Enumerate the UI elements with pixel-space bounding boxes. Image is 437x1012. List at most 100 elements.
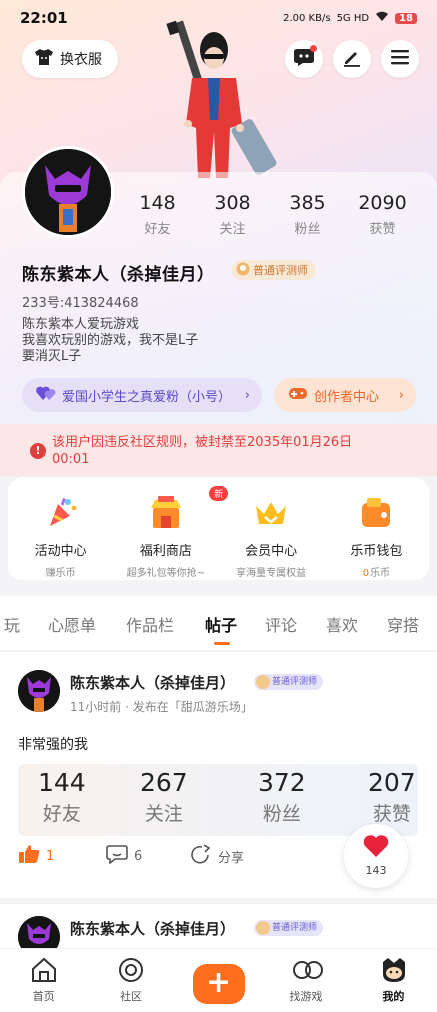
wallet-icon xyxy=(357,494,395,532)
change-outfit-button[interactable]: 换衣服 xyxy=(22,40,118,78)
post-stat-label: 获赞 xyxy=(372,803,411,825)
stat-friends[interactable]: 148 好友 xyxy=(120,192,195,237)
wifi-icon xyxy=(375,11,389,25)
post-author-name[interactable]: 陈东紫本人（杀掉佳月） xyxy=(70,918,235,939)
tab-comments[interactable]: 评论 xyxy=(265,612,297,636)
shop-icon xyxy=(147,494,185,532)
tab-outfits[interactable]: 穿搭 xyxy=(387,612,419,636)
menu-button[interactable] xyxy=(381,40,419,78)
find-game-icon xyxy=(292,956,323,984)
network-type: 5G HD xyxy=(336,12,370,24)
quick-link-sub: 0 乐币 xyxy=(324,564,429,579)
profile-uid: 233号:413824468 xyxy=(22,296,139,311)
profile-page: 22:01 2.00 KB/s 5G HD 18 换衣服 148 好友 308 … xyxy=(0,0,437,1012)
stat-value: 308 xyxy=(214,192,251,214)
net-speed: 2.00 KB/s xyxy=(283,12,331,24)
home-icon xyxy=(30,956,58,984)
post-stat-value: 144 xyxy=(38,768,86,797)
nav-label: 我的 xyxy=(382,990,405,1003)
stat-label: 获赞 xyxy=(369,222,396,237)
comment-icon xyxy=(106,844,128,868)
tab-wishlist[interactable]: 心愿单 xyxy=(48,612,96,636)
stat-label: 好友 xyxy=(144,222,171,237)
stat-value: 385 xyxy=(289,192,326,214)
coin-balance: 0 xyxy=(362,568,370,579)
coin-unit: 乐币 xyxy=(370,568,391,579)
tester-badge-icon xyxy=(236,262,250,279)
ban-notice-line: 00:01 xyxy=(52,452,90,467)
stat-followers[interactable]: 385 粉丝 xyxy=(270,192,345,237)
profile-avatar[interactable] xyxy=(22,146,114,238)
creator-center-label: 创作者中心 xyxy=(314,389,380,405)
community-icon xyxy=(117,956,145,984)
comment-count: 6 xyxy=(134,848,143,864)
share-label: 分享 xyxy=(218,850,245,866)
profile-bio: 陈东紫本人爱玩游戏 我喜欢玩别的游戏，我不是L子 要消灭L子 xyxy=(22,317,198,365)
nav-me[interactable]: 我的 xyxy=(350,949,437,1012)
bio-line: 我喜欢玩别的游戏，我不是L子 xyxy=(22,333,199,348)
profile-stats: 148 好友 308 关注 385 粉丝 2090 获赞 xyxy=(120,192,420,237)
comment-button[interactable]: 6 xyxy=(106,844,142,868)
quick-link-activity-center[interactable]: 活动中心 赚乐币 xyxy=(8,478,113,580)
battery-icon: 18 xyxy=(395,12,417,24)
post-stat-value: 207 xyxy=(368,768,416,797)
share-icon xyxy=(190,844,212,868)
quick-link-welfare-shop[interactable]: 新 福利商店 超多礼包等你抢~ xyxy=(113,478,229,580)
edit-profile-button[interactable] xyxy=(333,40,371,78)
unread-dot xyxy=(310,45,317,52)
creator-center-pill[interactable]: 创作者中心 › xyxy=(274,378,416,412)
fan-club-pill[interactable]: 爱国小学生之真爱粉（小号） › xyxy=(22,378,262,412)
quick-link-coin-wallet[interactable]: 乐币钱包 0 乐币 xyxy=(324,478,429,580)
tester-badge[interactable]: 普通评测师 xyxy=(232,260,316,280)
status-icons: 2.00 KB/s 5G HD 18 xyxy=(283,11,417,25)
tab-play[interactable]: 玩 xyxy=(4,612,20,636)
ban-notice: ! 该用户因违反社区规则，被封禁至2035年01月26日 00:01 xyxy=(0,424,437,476)
post-stat-label: 粉丝 xyxy=(262,803,301,825)
tab-works[interactable]: 作品栏 xyxy=(126,612,174,636)
quick-link-member-center[interactable]: 会员中心 享海量专属权益 xyxy=(219,478,324,580)
heart-pair-icon xyxy=(36,385,56,405)
nav-create[interactable]: + xyxy=(175,949,262,1012)
quick-link-title: 会员中心 xyxy=(245,544,298,559)
crown-icon xyxy=(252,494,290,532)
tab-posts[interactable]: 帖子 xyxy=(205,612,237,636)
post-author-avatar[interactable] xyxy=(18,670,60,712)
chevron-right-icon: › xyxy=(244,387,250,403)
avatar-3d-figure xyxy=(158,20,278,178)
quick-link-sub: 赚乐币 xyxy=(45,568,76,579)
party-popper-icon xyxy=(42,494,80,532)
share-button[interactable]: 分享 xyxy=(190,844,244,868)
gamepad-icon xyxy=(288,386,308,404)
nav-label: 首页 xyxy=(32,990,55,1003)
post-text: 非常强的我 xyxy=(18,737,88,753)
post-author-name[interactable]: 陈东紫本人（杀掉佳月） xyxy=(70,672,235,693)
nav-find-game[interactable]: 找游戏 xyxy=(262,949,349,1012)
tab-likes[interactable]: 喜欢 xyxy=(326,612,358,636)
alert-icon: ! xyxy=(30,443,46,459)
quick-link-sub: 享海量专属权益 xyxy=(236,568,307,579)
quick-link-sub: 超多礼包等你抢~ xyxy=(126,568,206,579)
post-stat: 144 好友 xyxy=(38,768,86,826)
nav-home[interactable]: 首页 xyxy=(0,949,87,1012)
status-time: 22:01 xyxy=(20,9,68,27)
bio-line: 陈东紫本人爱玩游戏 xyxy=(22,317,140,332)
stat-value: 2090 xyxy=(358,192,407,214)
quick-link-title: 乐币钱包 xyxy=(350,544,403,559)
nav-community[interactable]: 社区 xyxy=(87,949,174,1012)
tester-badge-label: 普通评测师 xyxy=(253,264,308,277)
stat-label: 粉丝 xyxy=(294,222,321,237)
bio-line: 要消灭L子 xyxy=(22,349,82,364)
message-button[interactable] xyxy=(285,40,323,78)
stat-label: 关注 xyxy=(219,222,246,237)
nav-label: 社区 xyxy=(120,990,143,1003)
stat-likes[interactable]: 2090 获赞 xyxy=(345,192,420,237)
post-stat-label: 好友 xyxy=(42,803,81,825)
like-button[interactable]: 1 xyxy=(18,844,54,868)
pencil-icon xyxy=(342,47,362,71)
change-outfit-label: 换衣服 xyxy=(60,52,102,68)
chevron-right-icon: › xyxy=(398,387,404,403)
profile-tabs: 玩 心愿单 作品栏 帖子 评论 喜欢 穿搭 xyxy=(0,596,437,650)
stat-following[interactable]: 308 关注 xyxy=(195,192,270,237)
heart-float-button[interactable]: 143 xyxy=(344,824,408,888)
post-author-badge: 普通评测师 xyxy=(254,920,324,936)
